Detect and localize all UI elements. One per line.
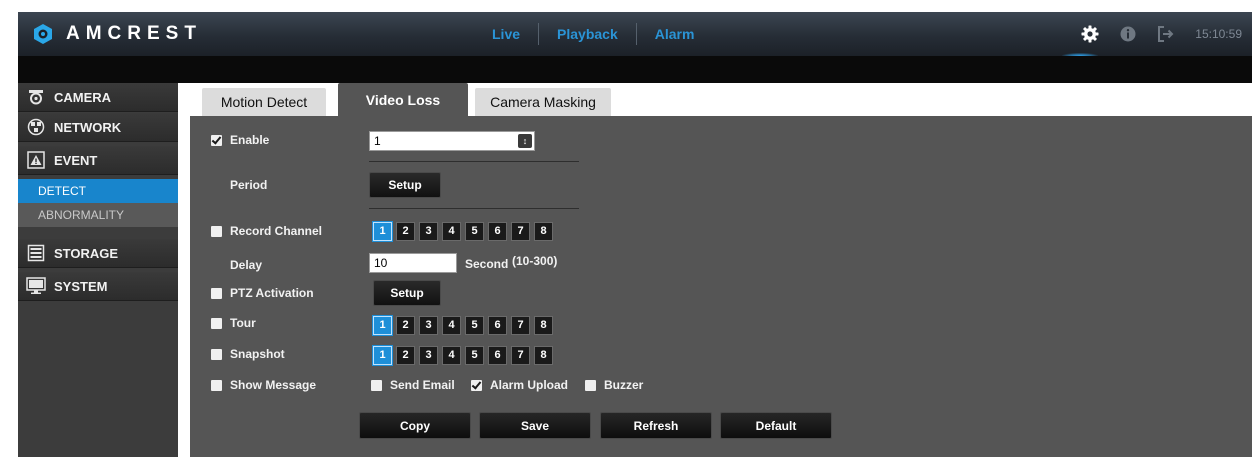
sidebar-label: STORAGE — [54, 245, 119, 261]
show-message-label: Show Message — [230, 378, 317, 392]
record-channel-label: Record Channel — [230, 224, 323, 238]
show-message-checkbox[interactable] — [211, 380, 222, 391]
alarm-upload-label: Alarm Upload — [490, 378, 569, 392]
channel-button[interactable]: 3 — [419, 222, 438, 241]
tab-motion-detect[interactable]: Motion Detect — [202, 88, 326, 116]
logo-mark-icon — [34, 24, 52, 44]
info-icon[interactable] — [1119, 25, 1137, 43]
delay-range: (10-300) — [512, 254, 558, 268]
header-tools: 15:10:59 — [1081, 12, 1252, 56]
channel-button[interactable]: 5 — [465, 316, 484, 335]
divider — [369, 208, 579, 209]
period-setup-button[interactable]: Setup — [369, 172, 441, 198]
sidebar-label: EVENT — [54, 152, 98, 168]
top-nav: Live Playback Alarm — [474, 12, 712, 56]
channel-button[interactable]: 5 — [465, 222, 484, 241]
nav-live[interactable]: Live — [474, 23, 538, 45]
channel-select-value: 1 — [374, 134, 381, 148]
channel-button[interactable]: 7 — [511, 222, 530, 241]
channel-button[interactable]: 4 — [442, 346, 461, 365]
divider — [369, 161, 579, 162]
record-channel-selector: 1 2 3 4 5 6 7 8 — [373, 222, 557, 241]
buzzer-label: Buzzer — [604, 378, 644, 392]
sidebar-item-system[interactable]: SYSTEM — [18, 272, 178, 301]
delay-input[interactable]: 10 — [369, 253, 457, 273]
delay-label: Delay — [230, 258, 263, 272]
settings-panel — [190, 116, 1252, 457]
sidebar-item-camera[interactable]: CAMERA — [18, 83, 178, 112]
sidebar-label: CAMERA — [54, 89, 112, 105]
channel-button[interactable]: 7 — [511, 346, 530, 365]
send-email-checkbox[interactable] — [371, 380, 382, 391]
tour-label: Tour — [230, 316, 256, 330]
channel-button[interactable]: 4 — [442, 222, 461, 241]
camera-icon — [26, 87, 46, 107]
snapshot-checkbox[interactable] — [211, 349, 222, 360]
period-label: Period — [230, 178, 268, 192]
system-icon — [26, 276, 46, 296]
record-channel-checkbox[interactable] — [211, 226, 222, 237]
nav-alarm[interactable]: Alarm — [637, 23, 713, 45]
tour-channel-selector: 1 2 3 4 5 6 7 8 — [373, 316, 557, 335]
brand-name: AMCREST — [66, 23, 202, 44]
channel-button[interactable]: 8 — [534, 316, 553, 335]
copy-button[interactable]: Copy — [359, 412, 471, 439]
save-button[interactable]: Save — [479, 412, 591, 439]
buzzer-checkbox[interactable] — [585, 380, 596, 391]
snapshot-label: Snapshot — [230, 347, 285, 361]
tour-checkbox[interactable] — [211, 318, 222, 329]
channel-button[interactable]: 2 — [396, 316, 415, 335]
sidebar-item-abnormality[interactable]: ABNORMALITY — [18, 203, 178, 227]
snapshot-channel-selector: 1 2 3 4 5 6 7 8 — [373, 346, 557, 365]
refresh-button[interactable]: Refresh — [600, 412, 712, 439]
channel-button[interactable]: 3 — [419, 316, 438, 335]
ptz-activation-label: PTZ Activation — [230, 286, 314, 300]
nav-playback[interactable]: Playback — [539, 23, 636, 45]
top-header: AMCREST Live Playback Alarm 15:10:59 — [18, 12, 1252, 56]
logout-icon[interactable] — [1157, 25, 1175, 43]
sidebar-item-network[interactable]: NETWORK — [18, 113, 178, 142]
tab-band — [18, 56, 1252, 83]
channel-button[interactable]: 8 — [534, 222, 553, 241]
channel-button[interactable]: 1 — [373, 222, 392, 241]
sidebar-item-storage[interactable]: STORAGE — [18, 239, 178, 268]
storage-icon — [26, 243, 46, 263]
channel-button[interactable]: 6 — [488, 346, 507, 365]
sidebar-label: SYSTEM — [54, 278, 108, 294]
channel-button[interactable]: 3 — [419, 346, 438, 365]
delay-unit: Second — [465, 257, 509, 271]
tab-video-loss[interactable]: Video Loss — [338, 83, 468, 116]
channel-button[interactable]: 7 — [511, 316, 530, 335]
channel-select[interactable]: 1 ↕ — [369, 131, 535, 151]
channel-button[interactable]: 6 — [488, 316, 507, 335]
select-arrows-icon: ↕ — [518, 134, 532, 148]
channel-button[interactable]: 4 — [442, 316, 461, 335]
channel-button[interactable]: 2 — [396, 222, 415, 241]
enable-checkbox[interactable] — [211, 135, 222, 146]
channel-button[interactable]: 8 — [534, 346, 553, 365]
ptz-setup-button[interactable]: Setup — [373, 280, 441, 306]
sidebar-item-detect[interactable]: DETECT — [18, 179, 178, 203]
network-icon — [26, 117, 46, 137]
tab-camera-masking[interactable]: Camera Masking — [475, 88, 611, 116]
channel-button[interactable]: 2 — [396, 346, 415, 365]
ptz-activation-checkbox[interactable] — [211, 288, 222, 299]
default-button[interactable]: Default — [720, 412, 832, 439]
event-icon — [26, 150, 46, 170]
channel-button[interactable]: 1 — [373, 316, 392, 335]
sidebar-label: NETWORK — [54, 119, 122, 135]
channel-button[interactable]: 6 — [488, 222, 507, 241]
clock-time: 15:10:59 — [1195, 27, 1242, 41]
enable-label: Enable — [230, 133, 270, 147]
channel-button[interactable]: 1 — [373, 346, 392, 365]
sidebar: CAMERA NETWORK EVENT DETECT ABNORMALITY — [18, 83, 178, 457]
channel-button[interactable]: 5 — [465, 346, 484, 365]
send-email-label: Send Email — [390, 378, 455, 392]
alarm-upload-checkbox[interactable] — [471, 380, 482, 391]
sidebar-item-event[interactable]: EVENT — [18, 146, 178, 175]
gear-icon[interactable] — [1081, 25, 1099, 43]
amcrest-logo: AMCREST — [32, 22, 202, 46]
